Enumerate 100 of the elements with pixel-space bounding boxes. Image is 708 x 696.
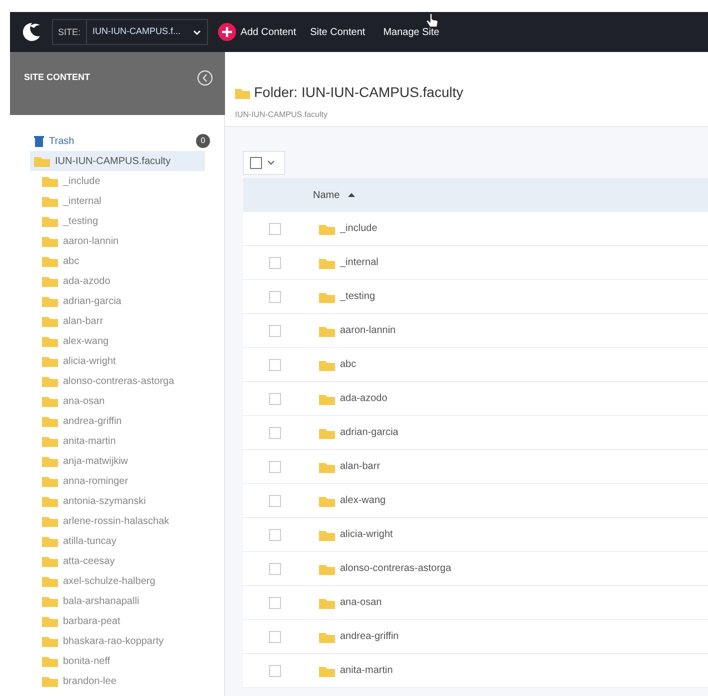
table-cell[interactable]: adrian-garcia [340, 425, 398, 440]
tree-item[interactable]: atta-ceesay [38, 551, 216, 571]
row-checkbox[interactable] [269, 528, 281, 540]
folder-icon [319, 460, 335, 472]
folder-icon [42, 655, 58, 667]
folder-icon [42, 355, 58, 367]
table-cell[interactable]: _internal [340, 255, 378, 270]
table-cell[interactable]: alex-wang [340, 493, 386, 508]
row-checkbox[interactable] [269, 222, 281, 234]
folder-icon [319, 392, 335, 404]
nav-link[interactable]: Site Content [306, 24, 370, 40]
folder-icon [42, 495, 58, 507]
tree-item[interactable]: axel-schulze-halberg [38, 571, 216, 591]
folder-icon [42, 335, 58, 347]
table-cell[interactable]: alicia-wright [340, 527, 393, 542]
tree-item[interactable]: anna-rominger [38, 471, 216, 491]
folder-icon [34, 155, 50, 167]
tree-item[interactable]: ada-azodo [38, 271, 216, 291]
folder-icon [42, 315, 58, 327]
folder-icon [42, 475, 58, 487]
folder-icon [319, 664, 335, 676]
row-checkbox[interactable] [269, 630, 281, 642]
row-checkbox[interactable] [269, 460, 281, 472]
chevron-down-icon [192, 28, 201, 36]
folder-icon [42, 595, 58, 607]
table-cell[interactable]: aaron-lannin [340, 323, 396, 338]
row-checkbox[interactable] [269, 358, 281, 370]
tree-item[interactable]: alicia-wright [38, 351, 216, 371]
count-badge: 0 [196, 134, 210, 148]
tree-item[interactable]: _internal [38, 191, 216, 211]
row-checkbox[interactable] [269, 562, 281, 574]
folder-icon [319, 630, 335, 642]
folder-icon [319, 324, 335, 336]
folder-icon [42, 275, 58, 287]
tree-item[interactable]: alan-barr [38, 311, 216, 331]
collapse-icon[interactable] [197, 70, 213, 86]
chevron-down-icon [267, 160, 275, 166]
row-checkbox[interactable] [269, 392, 281, 404]
trash-item[interactable]: Trash [30, 131, 78, 151]
tree-item[interactable]: abc [38, 251, 216, 271]
folder-icon [42, 675, 58, 687]
row-checkbox[interactable] [269, 494, 281, 506]
tree-item[interactable]: aaron-lannin [38, 231, 216, 251]
folder-icon [42, 195, 58, 207]
row-checkbox[interactable] [269, 596, 281, 608]
folder-icon [42, 235, 58, 247]
folder-icon [319, 562, 335, 574]
table-cell[interactable]: andrea-griffin [340, 629, 399, 644]
folder-icon [319, 596, 335, 608]
folder-icon [319, 358, 335, 370]
nav-link[interactable]: Manage Site [379, 24, 444, 40]
add-content-button[interactable]: Add Content [218, 23, 296, 41]
tree-item[interactable]: alex-wang [38, 331, 216, 351]
folder-icon [42, 635, 58, 647]
tree-item[interactable]: antonia-szymanski [38, 491, 216, 511]
site-selector[interactable]: SITE: IUN-IUN-CAMPUS.f... [52, 19, 208, 45]
tree-item[interactable]: andrea-griffin [38, 411, 216, 431]
plus-icon [218, 23, 236, 41]
folder-icon [319, 426, 335, 438]
column-header[interactable]: Name [313, 188, 355, 202]
folder-icon [319, 494, 335, 506]
table-cell[interactable]: ana-osan [340, 595, 382, 610]
tree-item[interactable]: anja-matwijkiw [38, 451, 216, 471]
tree-item[interactable]: brandon-lee [38, 671, 216, 691]
tree-item[interactable]: alonso-contreras-astorga [38, 371, 216, 391]
table-cell[interactable]: _testing [340, 289, 376, 304]
tree-item[interactable]: anita-martin [38, 431, 216, 451]
table-cell[interactable]: alonso-contreras-astorga [340, 561, 452, 576]
tree-item[interactable]: IUN-IUN-CAMPUS.faculty [30, 151, 205, 171]
tree-item[interactable]: adrian-garcia [38, 291, 216, 311]
row-checkbox[interactable] [269, 290, 281, 302]
row-checkbox[interactable] [269, 426, 281, 438]
folder-icon [42, 535, 58, 547]
tree-item[interactable]: barbara-peat [38, 611, 216, 631]
tree-item[interactable]: bala-arshanapalli [38, 591, 216, 611]
tree-item[interactable]: ana-osan [38, 391, 216, 411]
tree-item[interactable]: atilla-tuncay [38, 531, 216, 551]
row-checkbox[interactable] [269, 664, 281, 676]
folder-icon [42, 555, 58, 567]
folder-icon [42, 395, 58, 407]
table-cell[interactable]: anita-martin [340, 663, 393, 678]
table-cell[interactable]: _include [340, 221, 378, 236]
tree-item[interactable]: bhaskara-rao-kopparty [38, 631, 216, 651]
folder-icon [42, 435, 58, 447]
row-checkbox[interactable] [269, 256, 281, 268]
folder-icon [319, 528, 335, 540]
table-cell[interactable]: ada-azodo [340, 391, 388, 406]
table-cell[interactable]: abc [340, 357, 356, 372]
select-all-dropdown[interactable] [243, 151, 285, 175]
tree-item[interactable]: arlene-rossin-halaschak [38, 511, 216, 531]
row-checkbox[interactable] [269, 324, 281, 336]
tree-item[interactable]: bonita-neff [38, 651, 216, 671]
folder-icon [235, 86, 250, 98]
page-title: Folder: IUN-IUN-CAMPUS.faculty [254, 83, 464, 102]
table-cell[interactable]: alan-barr [340, 459, 380, 474]
tree-item[interactable]: _testing [38, 211, 216, 231]
trash-icon [34, 135, 44, 147]
folder-icon [42, 615, 58, 627]
tree-item[interactable]: _include [38, 171, 216, 191]
breadcrumb-link[interactable]: IUN-IUN-CAMPUS.faculty [235, 109, 328, 120]
